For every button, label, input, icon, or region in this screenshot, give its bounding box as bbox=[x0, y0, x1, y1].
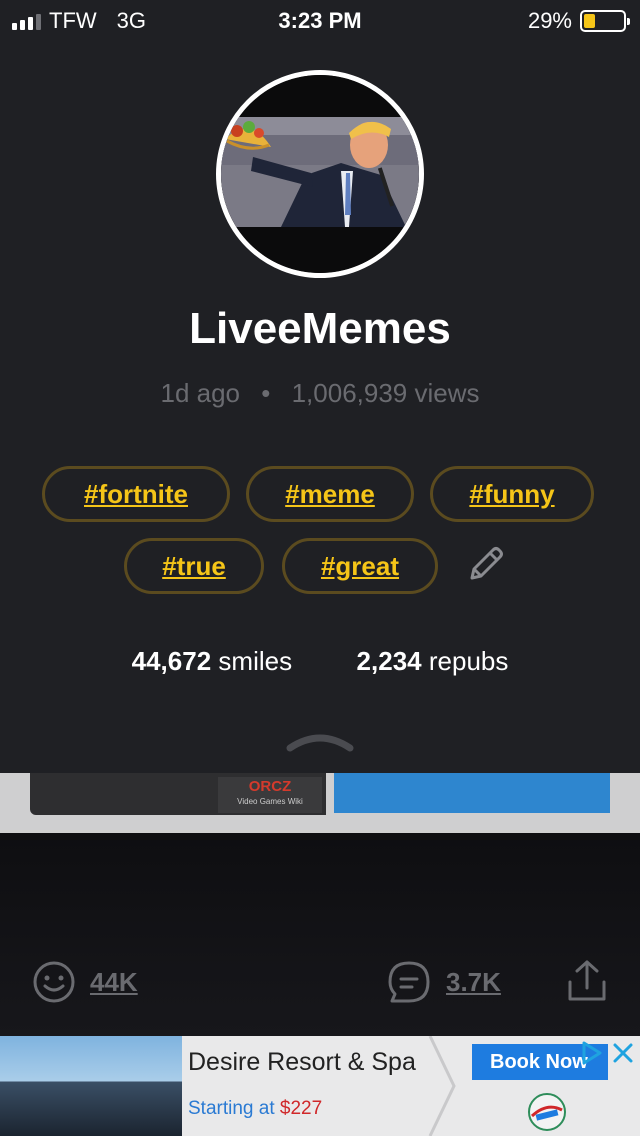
repubs-label: repubs bbox=[428, 646, 509, 676]
ad-choices-icon[interactable] bbox=[580, 1040, 604, 1066]
tag-chip[interactable]: #true bbox=[124, 538, 264, 594]
tag-chip[interactable]: #fortnite bbox=[42, 466, 230, 522]
ad-banner[interactable]: Desire Resort & Spa Starting at $227 Boo… bbox=[0, 1036, 640, 1136]
ad-subtitle: Starting at $227 bbox=[188, 1098, 323, 1119]
status-bar: TFW 3G 3:23 PM 29% bbox=[0, 0, 640, 42]
travel-badge-icon bbox=[528, 1093, 566, 1131]
meme-preview[interactable]: ORCZ Video Games Wiki bbox=[0, 773, 640, 833]
avatar[interactable] bbox=[216, 70, 424, 278]
share-icon[interactable] bbox=[564, 958, 610, 1004]
tag-chip[interactable]: #great bbox=[282, 538, 438, 594]
battery-icon bbox=[580, 10, 630, 32]
username[interactable]: LiveeMemes bbox=[0, 304, 640, 354]
close-icon[interactable] bbox=[610, 1040, 636, 1066]
chevron-up-icon[interactable] bbox=[286, 732, 354, 752]
smile-button[interactable]: 44K bbox=[32, 960, 138, 1004]
ad-title[interactable]: Desire Resort & Spa bbox=[188, 1048, 416, 1077]
repubs-count: 2,234 bbox=[356, 646, 422, 676]
meta-separator: • bbox=[261, 378, 271, 408]
comment-icon bbox=[388, 961, 430, 1003]
pencil-icon[interactable] bbox=[464, 542, 508, 586]
view-count: 1,006,939 views bbox=[291, 378, 480, 408]
ad-price: $227 bbox=[279, 1098, 323, 1119]
comment-count[interactable]: 3.7K bbox=[446, 967, 501, 998]
stats-row: 44,672 smiles 2,234 repubs bbox=[0, 646, 640, 677]
smiles-count: 44,672 bbox=[131, 646, 212, 676]
comment-button[interactable]: 3.7K bbox=[386, 960, 501, 1004]
smiley-icon bbox=[33, 961, 75, 1003]
profile-panel: LiveeMemes 1d ago • 1,006,939 views #for… bbox=[0, 42, 640, 773]
chevron-right-icon bbox=[428, 1036, 456, 1136]
action-bar: 44K 3.7K bbox=[0, 950, 640, 1014]
ad-image bbox=[0, 1036, 182, 1136]
tag-chip[interactable]: #meme bbox=[246, 466, 414, 522]
tag-chip[interactable]: #funny bbox=[430, 466, 594, 522]
battery-percent: 29% bbox=[527, 8, 572, 33]
post-meta: 1d ago • 1,006,939 views bbox=[0, 378, 640, 409]
post-age: 1d ago bbox=[160, 378, 241, 408]
orcz-logo: ORCZ Video Games Wiki bbox=[218, 777, 322, 813]
smiles-label: smiles bbox=[218, 646, 293, 676]
smile-count[interactable]: 44K bbox=[90, 967, 138, 998]
